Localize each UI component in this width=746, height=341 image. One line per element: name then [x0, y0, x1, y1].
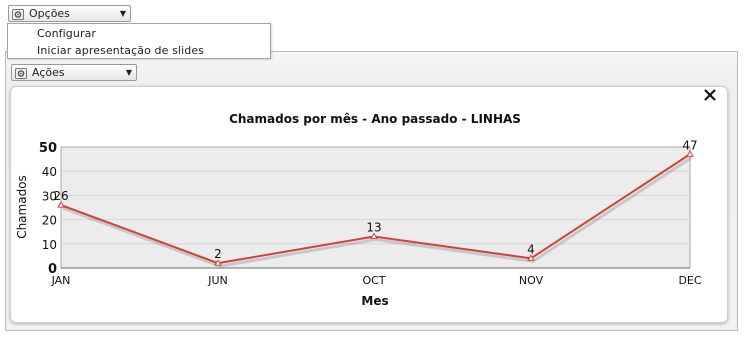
y-axis-title: Chamados: [15, 175, 29, 239]
data-label: 2: [214, 247, 222, 261]
y-tick-label: 20: [42, 214, 57, 228]
plot-area: [60, 146, 691, 269]
x-axis-title: Mes: [361, 294, 388, 308]
options-menu: Configurar Iniciar apresentação de slide…: [7, 23, 271, 59]
x-tick-label: DEC: [678, 274, 701, 287]
menu-item-start-slideshow[interactable]: Iniciar apresentação de slides: [37, 44, 204, 57]
data-label: 26: [53, 189, 68, 203]
x-tick-label: JUN: [207, 274, 228, 287]
data-label: 47: [682, 138, 697, 152]
x-tick-label: OCT: [362, 274, 385, 287]
data-label: 13: [366, 221, 381, 235]
y-tick-label: 50: [39, 141, 57, 156]
y-tick-label: 40: [42, 165, 57, 179]
x-tick-label: NOV: [519, 274, 544, 287]
menu-item-configure[interactable]: Configurar: [37, 27, 96, 40]
close-icon[interactable]: [703, 88, 717, 102]
x-tick-label: JAN: [51, 274, 71, 287]
y-tick-label: 10: [42, 238, 57, 252]
chart-title: Chamados por mês - Ano passado - LINHAS: [229, 112, 521, 126]
data-label: 4: [527, 242, 535, 256]
